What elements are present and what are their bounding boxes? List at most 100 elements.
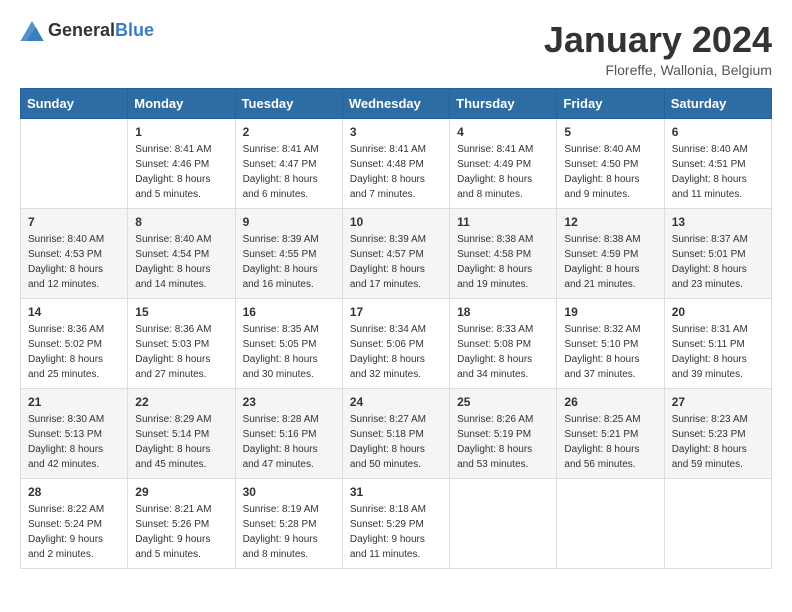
calendar-cell: 8 Sunrise: 8:40 AMSunset: 4:54 PMDaylight… (128, 208, 235, 298)
logo-general: General (48, 20, 115, 40)
week-row-3: 14 Sunrise: 8:36 AMSunset: 5:02 PMDayligh… (21, 298, 772, 388)
day-number: 29 (135, 485, 227, 499)
day-info: Sunrise: 8:32 AMSunset: 5:10 PMDaylight:… (564, 322, 656, 382)
day-info: Sunrise: 8:26 AMSunset: 5:19 PMDaylight:… (457, 412, 549, 472)
calendar-cell: 26 Sunrise: 8:25 AMSunset: 5:21 PMDayligh… (557, 388, 664, 478)
calendar-cell: 16 Sunrise: 8:35 AMSunset: 5:05 PMDayligh… (235, 298, 342, 388)
weekday-header-thursday: Thursday (450, 88, 557, 118)
day-info: Sunrise: 8:41 AMSunset: 4:49 PMDaylight:… (457, 142, 549, 202)
day-number: 12 (564, 215, 656, 229)
day-info: Sunrise: 8:34 AMSunset: 5:06 PMDaylight:… (350, 322, 442, 382)
day-number: 7 (28, 215, 120, 229)
calendar-cell: 14 Sunrise: 8:36 AMSunset: 5:02 PMDayligh… (21, 298, 128, 388)
calendar-cell: 19 Sunrise: 8:32 AMSunset: 5:10 PMDayligh… (557, 298, 664, 388)
day-number: 28 (28, 485, 120, 499)
week-row-2: 7 Sunrise: 8:40 AMSunset: 4:53 PMDaylight… (21, 208, 772, 298)
calendar-cell: 31 Sunrise: 8:18 AMSunset: 5:29 PMDayligh… (342, 478, 449, 568)
day-number: 24 (350, 395, 442, 409)
day-info: Sunrise: 8:21 AMSunset: 5:26 PMDaylight:… (135, 502, 227, 562)
day-info: Sunrise: 8:33 AMSunset: 5:08 PMDaylight:… (457, 322, 549, 382)
day-info: Sunrise: 8:40 AMSunset: 4:51 PMDaylight:… (672, 142, 764, 202)
day-info: Sunrise: 8:41 AMSunset: 4:46 PMDaylight:… (135, 142, 227, 202)
day-number: 19 (564, 305, 656, 319)
day-info: Sunrise: 8:28 AMSunset: 5:16 PMDaylight:… (243, 412, 335, 472)
day-number: 26 (564, 395, 656, 409)
day-number: 13 (672, 215, 764, 229)
calendar-cell: 5Sunrise: 8:40 AMSunset: 4:50 PMDaylight… (557, 118, 664, 208)
day-number: 14 (28, 305, 120, 319)
day-info: Sunrise: 8:19 AMSunset: 5:28 PMDaylight:… (243, 502, 335, 562)
day-info: Sunrise: 8:27 AMSunset: 5:18 PMDaylight:… (350, 412, 442, 472)
calendar-cell: 3Sunrise: 8:41 AMSunset: 4:48 PMDaylight… (342, 118, 449, 208)
calendar-cell: 7 Sunrise: 8:40 AMSunset: 4:53 PMDaylight… (21, 208, 128, 298)
day-info: Sunrise: 8:35 AMSunset: 5:05 PMDaylight:… (243, 322, 335, 382)
day-info: Sunrise: 8:25 AMSunset: 5:21 PMDaylight:… (564, 412, 656, 472)
weekday-header-monday: Monday (128, 88, 235, 118)
day-number: 21 (28, 395, 120, 409)
calendar-cell: 15 Sunrise: 8:36 AMSunset: 5:03 PMDayligh… (128, 298, 235, 388)
day-number: 1 (135, 125, 227, 139)
day-info: Sunrise: 8:36 AMSunset: 5:02 PMDaylight:… (28, 322, 120, 382)
day-number: 18 (457, 305, 549, 319)
day-info: Sunrise: 8:37 AMSunset: 5:01 PMDaylight:… (672, 232, 764, 292)
logo-icon (20, 21, 44, 41)
day-number: 15 (135, 305, 227, 319)
day-info: Sunrise: 8:39 AMSunset: 4:55 PMDaylight:… (243, 232, 335, 292)
weekday-header-saturday: Saturday (664, 88, 771, 118)
week-row-1: 1 Sunrise: 8:41 AMSunset: 4:46 PMDaylight… (21, 118, 772, 208)
day-info: Sunrise: 8:30 AMSunset: 5:13 PMDaylight:… (28, 412, 120, 472)
calendar-cell: 9Sunrise: 8:39 AMSunset: 4:55 PMDaylight… (235, 208, 342, 298)
calendar-cell: 29 Sunrise: 8:21 AMSunset: 5:26 PMDayligh… (128, 478, 235, 568)
calendar-cell: 18 Sunrise: 8:33 AMSunset: 5:08 PMDayligh… (450, 298, 557, 388)
week-row-5: 28 Sunrise: 8:22 AMSunset: 5:24 PMDayligh… (21, 478, 772, 568)
day-number: 30 (243, 485, 335, 499)
month-year-title: January 2024 (544, 20, 772, 60)
day-number: 22 (135, 395, 227, 409)
calendar-cell: 28 Sunrise: 8:22 AMSunset: 5:24 PMDayligh… (21, 478, 128, 568)
weekday-header-sunday: Sunday (21, 88, 128, 118)
day-info: Sunrise: 8:18 AMSunset: 5:29 PMDaylight:… (350, 502, 442, 562)
calendar-cell: 4Sunrise: 8:41 AMSunset: 4:49 PMDaylight… (450, 118, 557, 208)
calendar-cell: 20 Sunrise: 8:31 AMSunset: 5:11 PMDayligh… (664, 298, 771, 388)
calendar-cell: 13 Sunrise: 8:37 AMSunset: 5:01 PMDayligh… (664, 208, 771, 298)
weekday-header-row: SundayMondayTuesdayWednesdayThursdayFrid… (21, 88, 772, 118)
day-info: Sunrise: 8:41 AMSunset: 4:48 PMDaylight:… (350, 142, 442, 202)
calendar-cell: 22 Sunrise: 8:29 AMSunset: 5:14 PMDayligh… (128, 388, 235, 478)
day-info: Sunrise: 8:36 AMSunset: 5:03 PMDaylight:… (135, 322, 227, 382)
calendar-cell: 27Sunrise: 8:23 AMSunset: 5:23 PMDayligh… (664, 388, 771, 478)
day-info: Sunrise: 8:29 AMSunset: 5:14 PMDaylight:… (135, 412, 227, 472)
day-number: 10 (350, 215, 442, 229)
calendar-cell: 17Sunrise: 8:34 AMSunset: 5:06 PMDayligh… (342, 298, 449, 388)
day-info: Sunrise: 8:39 AMSunset: 4:57 PMDaylight:… (350, 232, 442, 292)
day-number: 6 (672, 125, 764, 139)
calendar-cell: 23 Sunrise: 8:28 AMSunset: 5:16 PMDayligh… (235, 388, 342, 478)
calendar-cell: 6 Sunrise: 8:40 AMSunset: 4:51 PMDaylight… (664, 118, 771, 208)
day-number: 27 (672, 395, 764, 409)
calendar-table: SundayMondayTuesdayWednesdayThursdayFrid… (20, 88, 772, 569)
week-row-4: 21 Sunrise: 8:30 AMSunset: 5:13 PMDayligh… (21, 388, 772, 478)
weekday-header-tuesday: Tuesday (235, 88, 342, 118)
day-number: 31 (350, 485, 442, 499)
weekday-header-wednesday: Wednesday (342, 88, 449, 118)
day-info: Sunrise: 8:22 AMSunset: 5:24 PMDaylight:… (28, 502, 120, 562)
day-number: 23 (243, 395, 335, 409)
day-number: 8 (135, 215, 227, 229)
day-info: Sunrise: 8:40 AMSunset: 4:50 PMDaylight:… (564, 142, 656, 202)
day-number: 2 (243, 125, 335, 139)
calendar-cell: 10 Sunrise: 8:39 AMSunset: 4:57 PMDayligh… (342, 208, 449, 298)
calendar-cell (450, 478, 557, 568)
day-info: Sunrise: 8:40 AMSunset: 4:53 PMDaylight:… (28, 232, 120, 292)
weekday-header-friday: Friday (557, 88, 664, 118)
day-number: 16 (243, 305, 335, 319)
calendar-cell: 12Sunrise: 8:38 AMSunset: 4:59 PMDayligh… (557, 208, 664, 298)
logo-blue: Blue (115, 20, 154, 40)
day-info: Sunrise: 8:31 AMSunset: 5:11 PMDaylight:… (672, 322, 764, 382)
day-number: 20 (672, 305, 764, 319)
calendar-cell: 11Sunrise: 8:38 AMSunset: 4:58 PMDayligh… (450, 208, 557, 298)
day-info: Sunrise: 8:40 AMSunset: 4:54 PMDaylight:… (135, 232, 227, 292)
calendar-cell: 21 Sunrise: 8:30 AMSunset: 5:13 PMDayligh… (21, 388, 128, 478)
day-info: Sunrise: 8:38 AMSunset: 4:58 PMDaylight:… (457, 232, 549, 292)
logo: GeneralBlue (20, 20, 154, 41)
calendar-cell (557, 478, 664, 568)
calendar-cell (21, 118, 128, 208)
